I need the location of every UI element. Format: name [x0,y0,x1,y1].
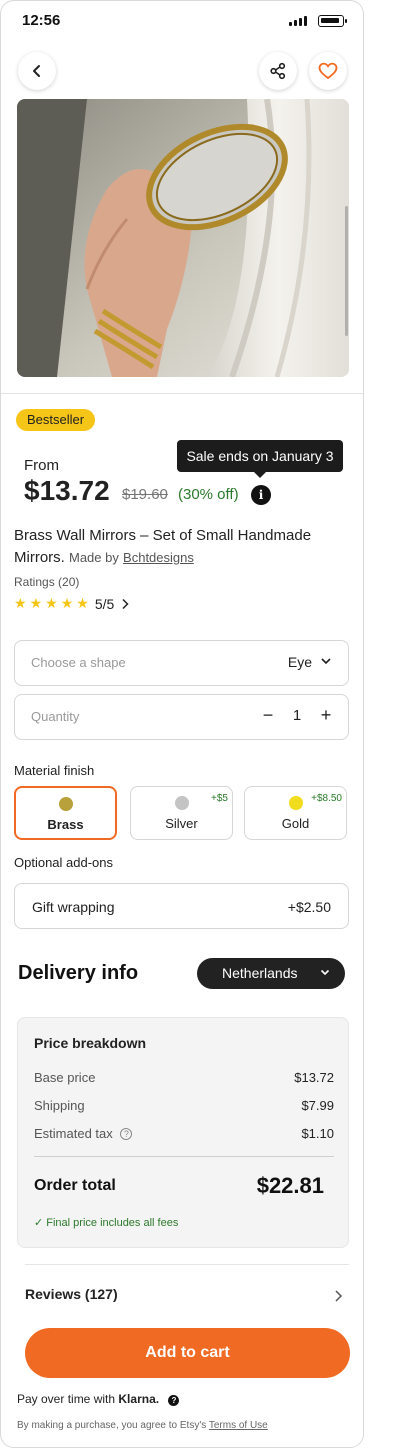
add-to-cart-button[interactable]: Add to cart [25,1328,350,1378]
product-title-block: Brass Wall Mirrors – Set of Small Handma… [14,525,354,569]
shape-select[interactable]: Choose a shape Eye [14,640,349,686]
discount-label: (30% off) [178,486,239,503]
favorite-button[interactable] [309,52,347,90]
star-icon: ★ [60,595,74,611]
quantity-decrease-button[interactable]: − [260,705,276,726]
quantity-placeholder: Quantity [31,709,80,724]
tooltip-arrow [253,471,267,478]
current-price: $13.72 [24,475,110,506]
klarna-help-icon[interactable]: ? [168,1395,180,1406]
terms-text: By making a purchase, you agree to Etsy'… [17,1420,207,1431]
breakdown-label: Estimated tax [34,1126,113,1141]
info-icon[interactable]: i [251,485,271,505]
gift-wrapping-option[interactable]: Gift wrapping +$2.50 [14,883,349,929]
status-time: 12:56 [22,12,61,29]
price-breakdown-title: Price breakdown [34,1035,147,1051]
status-bar: 12:56 [1,1,363,41]
finish-extra-price: +$8.50 [311,793,342,804]
chevron-down-icon [320,969,330,976]
breakdown-row-base: Base price $13.72 [34,1070,334,1085]
country-value: Netherlands [222,965,298,981]
price-prefix: From [24,457,59,474]
terms-line: By making a purchase, you agree to Etsy'… [17,1420,268,1431]
shape-value: Eye [287,654,312,670]
made-by-label: Made by [69,550,119,565]
battery-icon [318,15,347,27]
back-button[interactable] [18,52,56,90]
product-image[interactable] [17,99,349,377]
finish-option-brass[interactable]: Brass [14,786,117,840]
finish-extra-price: +$5 [211,793,228,804]
original-price: $19.60 [122,486,168,503]
breakdown-divider [34,1156,334,1157]
star-icon: ★ [45,595,58,611]
swatch-silver [174,796,189,810]
terms-link[interactable]: Terms of Use [209,1420,268,1431]
order-total-value: $22.81 [256,1173,324,1198]
finish-option-silver[interactable]: +$5 Silver [130,786,233,840]
rating-score: 5/5 [94,595,115,612]
price-breakdown-card: Price breakdown Base price $13.72 Shippi… [17,1017,349,1248]
signal-icon [289,16,307,26]
delivery-title: Delivery info [18,962,139,984]
quantity-stepper: Quantity − 1 + [14,694,349,740]
rating-row[interactable]: ★ ★ ★ ★ ★ 5/5 [14,595,129,612]
breakdown-label: Base price [34,1070,96,1085]
swatch-brass [58,797,73,811]
finish-name: Gold [281,816,310,831]
swatch-gold [288,796,303,810]
help-icon[interactable]: ? [120,1128,133,1140]
product-photo [17,99,349,377]
klarna-line: Pay over time with Klarna. ? [17,1392,180,1406]
chevron-left-icon [33,65,40,77]
ratings-count: Ratings (20) [14,575,80,589]
chevron-right-icon [122,598,129,609]
chevron-right-icon[interactable] [334,1289,343,1303]
image-scrollbar[interactable] [345,206,348,336]
fees-note: ✓ Final price includes all fees [34,1217,179,1229]
country-select[interactable]: Netherlands [197,958,345,989]
gift-wrapping-price: +$2.50 [287,899,331,915]
section-divider [1,393,363,394]
finish-name: Silver [165,816,198,831]
breakdown-row-shipping: Shipping $7.99 [34,1098,334,1113]
quantity-increase-button[interactable]: + [318,705,334,726]
star-icon: ★ [76,595,89,611]
shape-placeholder: Choose a shape [31,655,126,670]
sale-tooltip: Sale ends on January 3 [177,440,343,472]
breakdown-value: $13.72 [294,1070,334,1085]
finish-option-gold[interactable]: +$8.50 Gold [244,786,347,840]
klarna-prefix: Pay over time with [17,1392,116,1406]
star-icon: ★ [14,595,27,611]
share-button[interactable] [259,52,297,90]
finish-name: Brass [47,817,84,832]
phone-frame: 12:56 Bestseller Sale ends on January 3 … [0,0,364,1448]
gift-wrapping-label: Gift wrapping [32,899,115,915]
order-total-label: Order total [34,1177,116,1194]
shop-link[interactable]: Bchtdesigns [123,550,194,565]
star-icon: ★ [29,595,43,611]
breakdown-value: $1.10 [301,1126,334,1141]
chevron-down-icon [321,658,331,665]
reviews-divider [25,1264,349,1265]
klarna-brand: Klarna. [118,1392,160,1406]
heart-icon [318,62,338,80]
breakdown-label: Shipping [34,1098,85,1113]
breakdown-row-tax: Estimated tax ? $1.10 [34,1126,334,1141]
share-icon [270,62,286,80]
material-finish-label: Material finish [14,763,95,778]
reviews-link[interactable]: Reviews (127) [25,1286,118,1302]
breakdown-value: $7.99 [301,1098,334,1113]
addons-label: Optional add-ons [14,855,114,870]
bestseller-badge: Bestseller [16,409,96,431]
quantity-value[interactable]: 1 [291,707,303,724]
